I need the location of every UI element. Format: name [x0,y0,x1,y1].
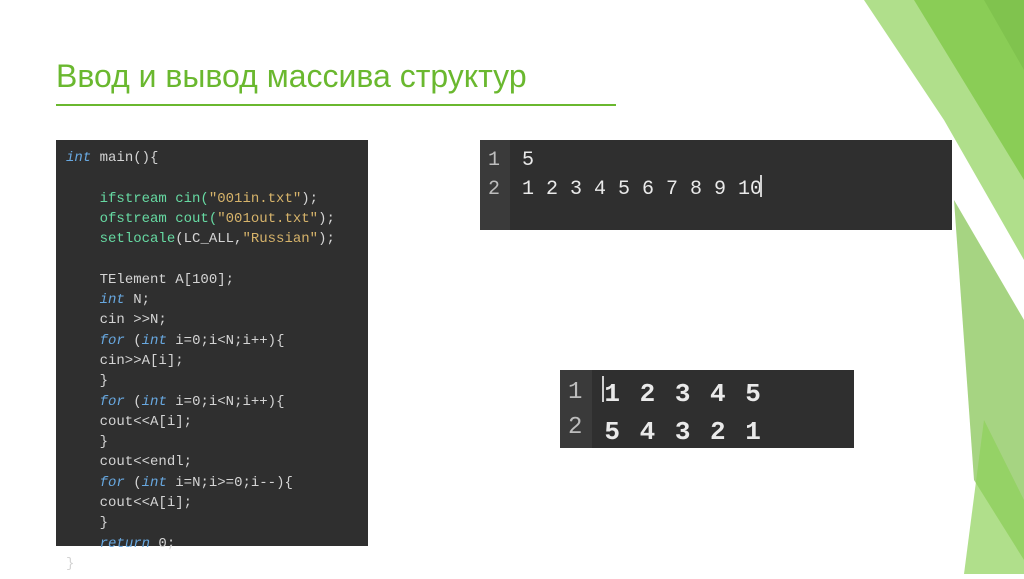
input-panel: 1 2 51 2 3 4 5 6 7 8 9 10 [480,140,952,230]
line-gutter: 1 2 [480,140,510,230]
title-underline [56,104,616,106]
output-panel: 1 2 1 2 3 4 55 4 3 2 1 [560,370,854,448]
code-block: int main(){ ifstream cin("001in.txt"); o… [56,140,368,546]
output-content: 1 2 3 4 55 4 3 2 1 [592,370,774,448]
code-token: int [66,150,91,166]
line-gutter: 1 2 [560,370,592,448]
text-cursor-icon [760,175,762,197]
slide-title: Ввод и вывод массива структур [56,58,527,95]
input-content: 51 2 3 4 5 6 7 8 9 10 [510,140,774,230]
slide-decoration [804,0,1024,574]
